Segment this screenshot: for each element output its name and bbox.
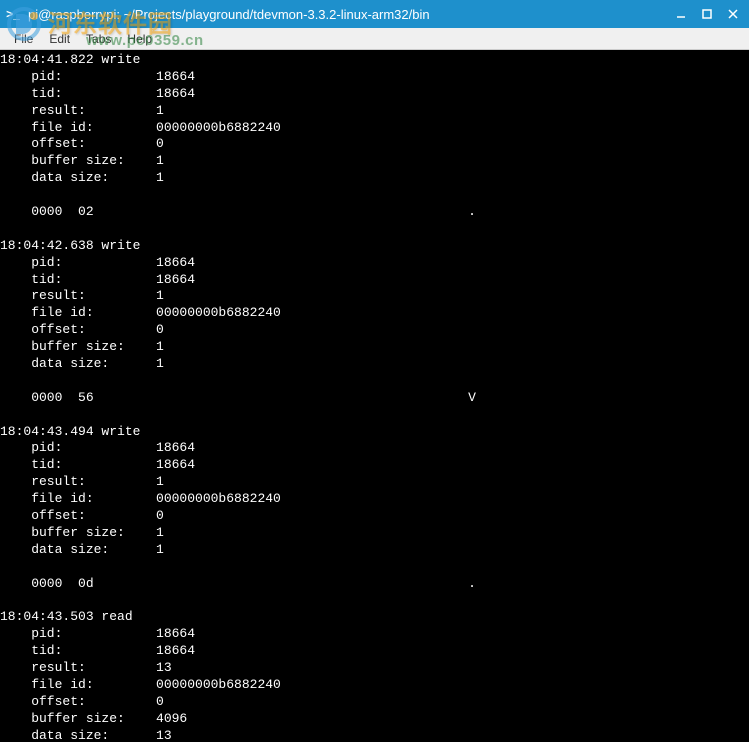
titlebar: >_ pi@raspberrypi: ~/Projects/playground… — [0, 0, 749, 28]
window-title: pi@raspberrypi: ~/Projects/playground/td… — [28, 7, 669, 22]
maximize-button[interactable] — [695, 4, 719, 24]
terminal-icon: >_ — [4, 5, 22, 23]
menu-help[interactable]: Help — [119, 30, 160, 48]
menu-tabs[interactable]: Tabs — [78, 30, 119, 48]
menu-file[interactable]: File — [6, 30, 41, 48]
close-button[interactable] — [721, 4, 745, 24]
menubar: File Edit Tabs Help — [0, 28, 749, 50]
terminal-output[interactable]: 18:04:41.822 write pid: 18664 tid: 18664… — [0, 50, 749, 742]
minimize-button[interactable] — [669, 4, 693, 24]
window-controls — [669, 4, 745, 24]
menu-edit[interactable]: Edit — [41, 30, 78, 48]
